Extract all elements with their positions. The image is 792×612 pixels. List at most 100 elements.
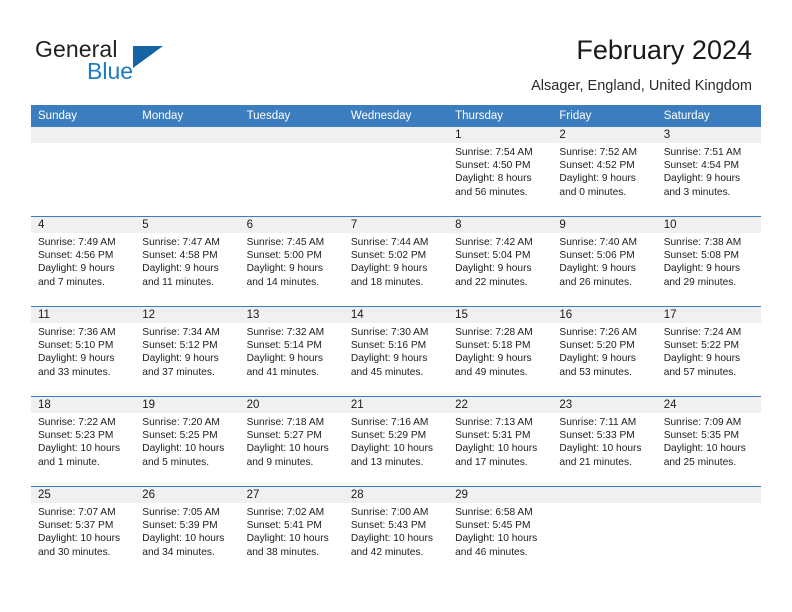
day-number: 2 xyxy=(552,127,657,143)
day-cell-inner: 13 Sunrise: 7:32 AM Sunset: 5:14 PM Dayligh… xyxy=(239,307,344,396)
sunset-text: Sunset: 5:08 PM xyxy=(663,250,740,262)
sunrise-text: Sunrise: 7:49 AM xyxy=(38,237,116,248)
day-number: 3 xyxy=(656,127,761,143)
calendar-day-cell[interactable]: 9 Sunrise: 7:40 AM Sunset: 5:06 PM Daylight… xyxy=(552,216,657,307)
day-cell-details: Sunrise: 7:54 AM Sunset: 4:50 PM Daylight:… xyxy=(448,143,552,199)
day-cell-inner: 16 Sunrise: 7:26 AM Sunset: 5:20 PM Dayligh… xyxy=(552,307,657,396)
day-cell-inner: 23 Sunrise: 7:11 AM Sunset: 5:33 PM Dayligh… xyxy=(552,397,657,486)
day-number: 7 xyxy=(343,217,449,233)
day-cell-details: Sunrise: 6:58 AM Sunset: 5:45 PM Daylight:… xyxy=(448,503,552,559)
calendar-day-cell[interactable]: 20 Sunrise: 7:18 AM Sunset: 5:27 PM Dayligh… xyxy=(239,396,344,487)
calendar-day-cell[interactable]: 6 Sunrise: 7:45 AM Sunset: 5:00 PM Daylight… xyxy=(239,216,344,307)
day-number: 6 xyxy=(239,217,344,233)
day-cell-inner: 6 Sunrise: 7:45 AM Sunset: 5:00 PM Daylight… xyxy=(239,217,344,306)
day-cell-details: Sunrise: 7:28 AM Sunset: 5:18 PM Daylight:… xyxy=(448,323,552,379)
day-number xyxy=(31,127,136,143)
day-number: 24 xyxy=(656,397,761,413)
calendar-day-cell-empty xyxy=(656,486,761,576)
calendar-day-cell[interactable]: 11 Sunrise: 7:36 AM Sunset: 5:10 PM Dayligh… xyxy=(31,306,136,397)
sunset-text: Sunset: 5:18 PM xyxy=(455,340,531,352)
calendar-day-cell-empty xyxy=(239,127,344,217)
calendar-day-cell[interactable]: 10 Sunrise: 7:38 AM Sunset: 5:08 PM Dayligh… xyxy=(656,216,761,307)
calendar-day-cell[interactable]: 27 Sunrise: 7:02 AM Sunset: 5:41 PM Dayligh… xyxy=(239,486,344,576)
day-cell-details: Sunrise: 7:02 AM Sunset: 5:41 PM Daylight:… xyxy=(240,503,344,559)
day-number xyxy=(552,487,657,503)
daylight-text: Daylight: 10 hours and 9 minutes. xyxy=(246,443,329,468)
calendar-day-cell[interactable]: 28 Sunrise: 7:00 AM Sunset: 5:43 PM Dayligh… xyxy=(343,486,449,576)
page-header: General Blue February 2024 Alsager, Engl… xyxy=(0,0,792,100)
day-number: 22 xyxy=(448,397,553,413)
calendar-day-cell[interactable]: 3 Sunrise: 7:51 AM Sunset: 4:54 PM Daylight… xyxy=(656,127,761,217)
sunrise-text: Sunrise: 7:32 AM xyxy=(246,327,325,338)
calendar-day-cell[interactable]: 15 Sunrise: 7:28 AM Sunset: 5:18 PM Dayligh… xyxy=(448,306,553,397)
calendar-day-cell[interactable]: 7 Sunrise: 7:44 AM Sunset: 5:02 PM Daylight… xyxy=(343,216,449,307)
day-cell-details: Sunrise: 7:16 AM Sunset: 5:29 PM Daylight:… xyxy=(344,413,448,469)
day-number: 20 xyxy=(239,397,344,413)
sunrise-text: Sunrise: 7:00 AM xyxy=(350,507,429,518)
calendar-day-cell[interactable]: 5 Sunrise: 7:47 AM Sunset: 4:58 PM Daylight… xyxy=(135,216,240,307)
sunrise-text: Sunrise: 7:44 AM xyxy=(350,237,429,248)
calendar-day-cell[interactable]: 12 Sunrise: 7:34 AM Sunset: 5:12 PM Dayligh… xyxy=(135,306,240,397)
calendar-day-cell[interactable]: 23 Sunrise: 7:11 AM Sunset: 5:33 PM Dayligh… xyxy=(552,396,657,487)
day-number: 27 xyxy=(239,487,344,503)
daylight-text: Daylight: 10 hours and 1 minute. xyxy=(38,443,121,468)
calendar-day-cell[interactable]: 19 Sunrise: 7:20 AM Sunset: 5:25 PM Dayligh… xyxy=(135,396,240,487)
day-cell-inner: 3 Sunrise: 7:51 AM Sunset: 4:54 PM Daylight… xyxy=(656,127,761,216)
day-cell-inner: 14 Sunrise: 7:30 AM Sunset: 5:16 PM Dayligh… xyxy=(343,307,449,396)
day-number xyxy=(135,127,240,143)
calendar-day-cell[interactable]: 2 Sunrise: 7:52 AM Sunset: 4:52 PM Daylight… xyxy=(552,127,657,217)
day-cell-inner: 1 Sunrise: 7:54 AM Sunset: 4:50 PM Daylight… xyxy=(448,127,553,216)
calendar-day-cell-empty xyxy=(343,127,449,217)
day-cell-details: Sunrise: 7:30 AM Sunset: 5:16 PM Daylight:… xyxy=(344,323,448,379)
calendar-day-cell[interactable]: 13 Sunrise: 7:32 AM Sunset: 5:14 PM Dayligh… xyxy=(239,306,344,397)
daylight-text: Daylight: 10 hours and 34 minutes. xyxy=(142,533,225,558)
day-cell-inner: 27 Sunrise: 7:02 AM Sunset: 5:41 PM Dayligh… xyxy=(239,487,344,576)
day-number xyxy=(343,127,449,143)
calendar-day-cell[interactable]: 8 Sunrise: 7:42 AM Sunset: 5:04 PM Daylight… xyxy=(448,216,553,307)
calendar-day-cell[interactable]: 14 Sunrise: 7:30 AM Sunset: 5:16 PM Dayligh… xyxy=(343,306,449,397)
day-cell-inner: 9 Sunrise: 7:40 AM Sunset: 5:06 PM Daylight… xyxy=(552,217,657,306)
day-cell-inner: 5 Sunrise: 7:47 AM Sunset: 4:58 PM Daylight… xyxy=(135,217,240,306)
day-cell-details: Sunrise: 7:09 AM Sunset: 5:35 PM Daylight:… xyxy=(657,413,761,469)
sunset-text: Sunset: 5:12 PM xyxy=(142,340,218,352)
day-cell-inner: 29 Sunrise: 6:58 AM Sunset: 5:45 PM Dayligh… xyxy=(448,487,553,576)
daylight-text: Daylight: 9 hours and 53 minutes. xyxy=(559,353,636,378)
calendar-day-cell[interactable]: 29 Sunrise: 6:58 AM Sunset: 5:45 PM Dayligh… xyxy=(448,486,553,576)
daylight-text: Daylight: 9 hours and 29 minutes. xyxy=(663,263,741,288)
calendar-day-cell[interactable]: 21 Sunrise: 7:16 AM Sunset: 5:29 PM Dayligh… xyxy=(343,396,449,487)
calendar-grid: Sunday Monday Tuesday Wednesday Thursday… xyxy=(31,105,761,576)
day-cell-inner: 18 Sunrise: 7:22 AM Sunset: 5:23 PM Dayligh… xyxy=(31,397,136,486)
daylight-text: Daylight: 9 hours and 7 minutes. xyxy=(38,263,115,288)
brand-logo: General Blue xyxy=(35,36,255,88)
blue-triangle-flag-icon xyxy=(133,46,163,68)
day-number: 19 xyxy=(135,397,240,413)
sunrise-text: Sunrise: 7:38 AM xyxy=(663,237,742,248)
day-number: 5 xyxy=(135,217,240,233)
day-number xyxy=(239,127,344,143)
day-cell-inner: 22 Sunrise: 7:13 AM Sunset: 5:31 PM Dayligh… xyxy=(448,397,553,486)
sunrise-text: Sunrise: 7:24 AM xyxy=(663,327,742,338)
day-cell-details: Sunrise: 7:26 AM Sunset: 5:20 PM Daylight:… xyxy=(552,323,656,379)
calendar-day-cell[interactable]: 1 Sunrise: 7:54 AM Sunset: 4:50 PM Daylight… xyxy=(448,127,553,217)
calendar-day-cell[interactable]: 16 Sunrise: 7:26 AM Sunset: 5:20 PM Dayligh… xyxy=(552,306,657,397)
calendar-day-cell[interactable]: 22 Sunrise: 7:13 AM Sunset: 5:31 PM Dayligh… xyxy=(448,396,553,487)
calendar-day-cell[interactable]: 24 Sunrise: 7:09 AM Sunset: 5:35 PM Dayligh… xyxy=(656,396,761,487)
sunrise-text: Sunrise: 7:13 AM xyxy=(455,417,533,428)
day-number: 13 xyxy=(239,307,344,323)
day-cell-details: Sunrise: 7:05 AM Sunset: 5:39 PM Daylight:… xyxy=(135,503,239,559)
sunset-text: Sunset: 5:35 PM xyxy=(663,430,740,442)
calendar-day-cell-empty xyxy=(552,486,657,576)
day-cell-details: Sunrise: 7:42 AM Sunset: 5:04 PM Daylight:… xyxy=(448,233,552,289)
day-cell-details: Sunrise: 7:51 AM Sunset: 4:54 PM Daylight:… xyxy=(657,143,761,199)
calendar-day-cell[interactable]: 17 Sunrise: 7:24 AM Sunset: 5:22 PM Dayligh… xyxy=(656,306,761,397)
calendar-day-cell[interactable]: 25 Sunrise: 7:07 AM Sunset: 5:37 PM Dayligh… xyxy=(31,486,136,576)
day-cell-inner xyxy=(343,127,449,216)
day-cell-details: Sunrise: 7:20 AM Sunset: 5:25 PM Daylight:… xyxy=(135,413,239,469)
day-cell-inner xyxy=(31,127,136,216)
sunrise-text: Sunrise: 7:52 AM xyxy=(559,147,637,158)
daylight-text: Daylight: 8 hours and 56 minutes. xyxy=(455,173,532,198)
calendar-day-cell[interactable]: 18 Sunrise: 7:22 AM Sunset: 5:23 PM Dayligh… xyxy=(31,396,136,487)
calendar-day-cell-empty xyxy=(135,127,240,217)
calendar-day-cell[interactable]: 4 Sunrise: 7:49 AM Sunset: 4:56 PM Daylight… xyxy=(31,216,136,307)
calendar-day-cell[interactable]: 26 Sunrise: 7:05 AM Sunset: 5:39 PM Dayligh… xyxy=(135,486,240,576)
